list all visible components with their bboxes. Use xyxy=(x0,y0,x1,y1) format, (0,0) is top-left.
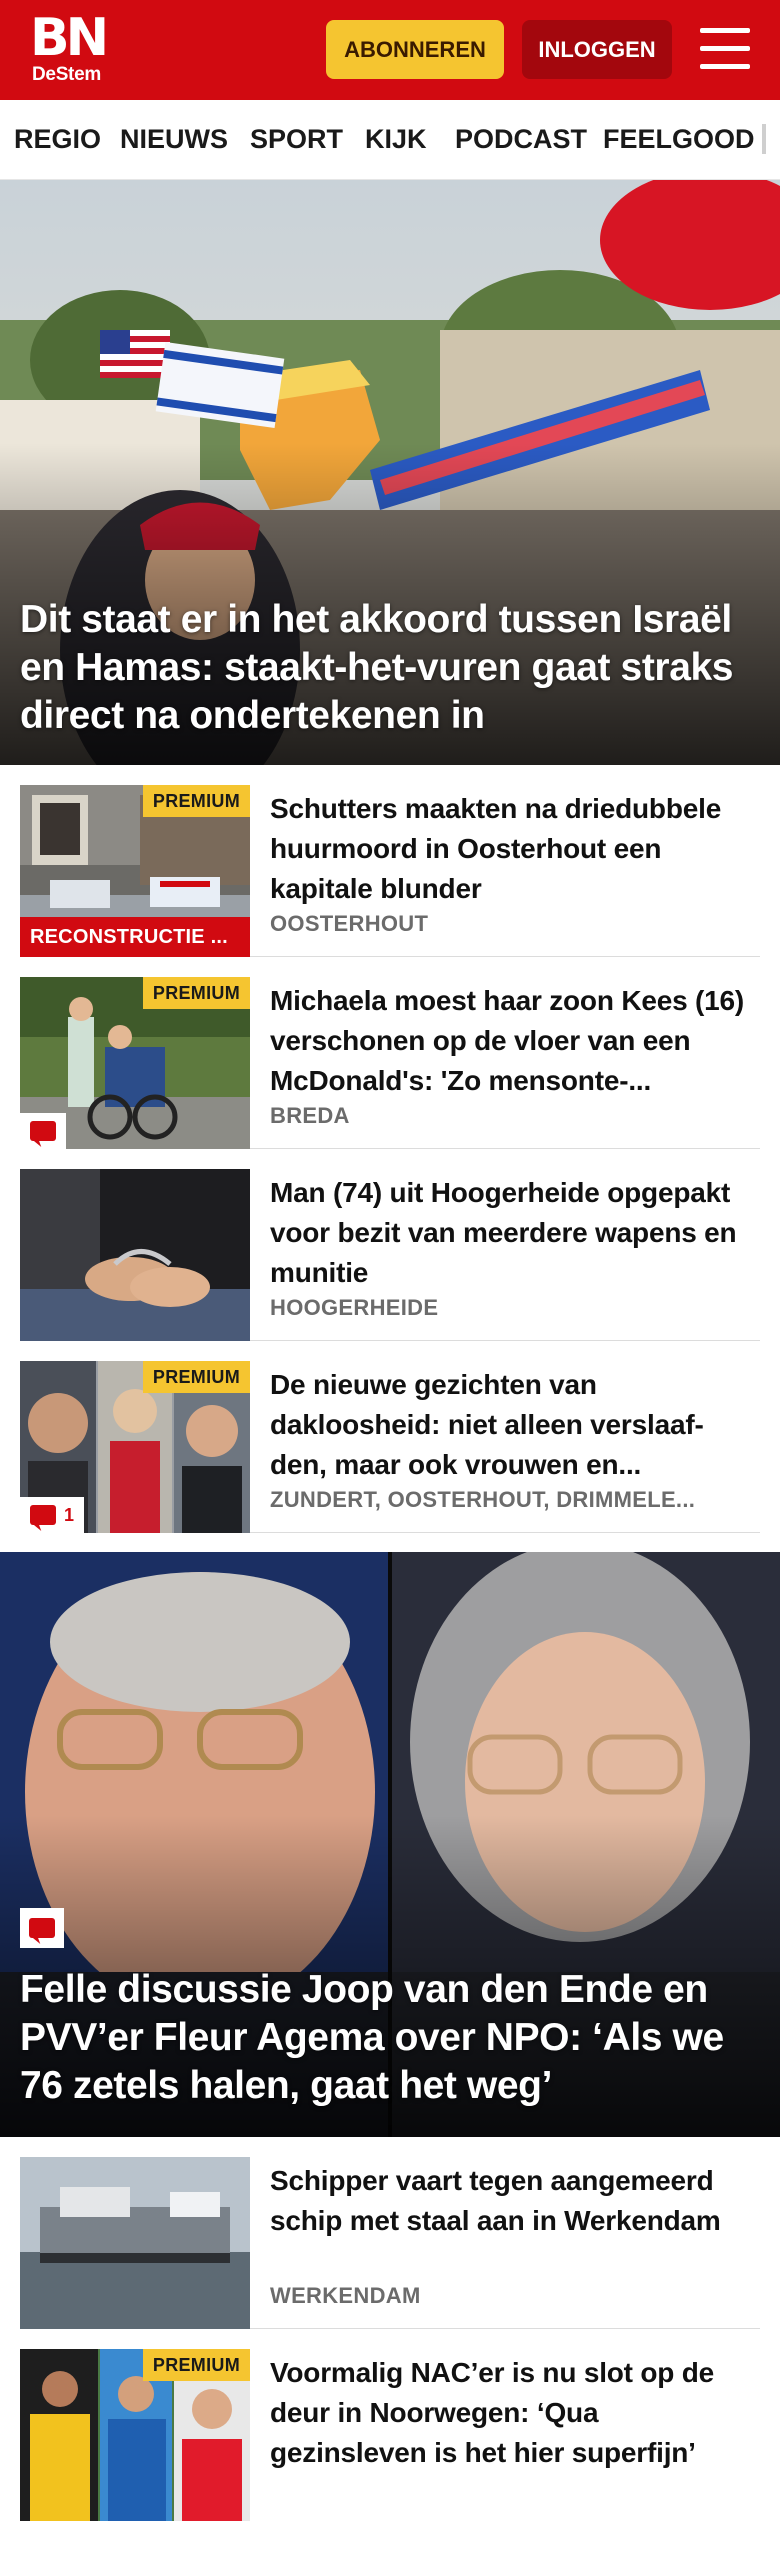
article-title[interactable]: Voormalig NAC’er is nu slot op de deur i… xyxy=(270,2353,760,2473)
premium-badge: PREMIUM xyxy=(142,785,250,817)
article-location: ZUNDERT, OOSTERHOUT, DRIMMELE... xyxy=(270,1487,696,1512)
list-item[interactable]: PREMIUM RECONSTRUCTIE ... Schutters maak… xyxy=(20,765,760,957)
nav-item-feelgood[interactable]: FEELGOOD xyxy=(603,100,755,179)
list-item[interactable]: Schipper vaart tegen aangemeerd schip me… xyxy=(20,2137,760,2329)
hero-title[interactable]: Dit staat er in het akkoord tussen Israë… xyxy=(20,596,770,740)
login-button[interactable]: INLOGGEN xyxy=(522,20,672,79)
nav-item-regio[interactable]: REGIO xyxy=(14,100,101,179)
article-location: BREDA xyxy=(270,1103,350,1128)
premium-badge: PREMIUM xyxy=(142,1361,250,1393)
article-thumbnail: PREMIUM 1 xyxy=(20,1361,250,1533)
comment-icon xyxy=(30,1505,56,1525)
nav-item-podcast[interactable]: PODCAST xyxy=(455,100,587,179)
comment-badge xyxy=(20,1908,64,1948)
category-label: RECONSTRUCTIE ... xyxy=(20,917,250,957)
comment-badge: 1 xyxy=(20,1497,85,1533)
list-item[interactable]: PREMIUM Michaela moest haar zoon Kees (1… xyxy=(20,957,760,1149)
article-thumbnail: PREMIUM RECONSTRUCTIE ... xyxy=(20,785,250,957)
list-item[interactable]: Man (74) uit Hoogerheide opgepakt voor b… xyxy=(20,1149,760,1341)
section-nav: REGIO NIEUWS SPORT KIJK PODCAST FEELGOOD xyxy=(0,100,780,180)
logo-subtext: DeStem xyxy=(32,64,101,85)
list-item[interactable]: PREMIUM 1 De nieuwe gezichten van dakloo… xyxy=(20,1341,760,1533)
article-location: HOOGERHEIDE xyxy=(270,1295,439,1320)
article-location: OOSTERHOUT xyxy=(270,911,429,936)
nav-item-nieuws[interactable]: NIEUWS xyxy=(120,100,228,179)
article-title[interactable]: Michaela moest haar zoon Kees (16) versc… xyxy=(270,981,760,1101)
nav-item-kijk[interactable]: KIJK xyxy=(365,100,427,179)
article-thumbnail: PREMIUM xyxy=(20,2349,250,2521)
article-location: WERKENDAM xyxy=(270,2283,421,2308)
featured-title[interactable]: Felle discussie Joop van den Ende en PVV… xyxy=(20,1966,770,2110)
comment-count: 1 xyxy=(64,1504,75,1525)
brand-logo[interactable]: BN DeStem xyxy=(30,10,116,86)
list-item[interactable]: PREMIUM Voormalig NAC’er is nu slot op d… xyxy=(20,2329,760,2521)
site-header: BN DeStem ABONNEREN INLOGGEN xyxy=(0,0,780,100)
comment-icon xyxy=(30,1121,56,1141)
premium-badge: PREMIUM xyxy=(142,977,250,1009)
premium-badge: PREMIUM xyxy=(142,2349,250,2381)
article-thumbnail xyxy=(20,1169,250,1341)
article-title[interactable]: Man (74) uit Hoogerheide opgepakt voor b… xyxy=(270,1173,760,1293)
nav-item-sport[interactable]: SPORT xyxy=(250,100,343,179)
article-title[interactable]: Schutters maakten na driedubbele huurmoo… xyxy=(270,789,760,909)
comment-badge xyxy=(20,1113,66,1149)
article-thumbnail xyxy=(20,2157,250,2329)
article-title[interactable]: Schipper vaart tegen aangemeerd schip me… xyxy=(270,2161,760,2241)
hamburger-menu-icon[interactable] xyxy=(700,28,750,70)
hero-article[interactable]: Dit staat er in het akkoord tussen Israë… xyxy=(0,180,780,765)
nav-overflow-indicator xyxy=(762,124,766,154)
subscribe-button[interactable]: ABONNEREN xyxy=(326,20,504,79)
comment-icon xyxy=(29,1918,55,1938)
featured-article[interactable]: Felle discussie Joop van den Ende en PVV… xyxy=(0,1552,780,2137)
article-title[interactable]: De nieuwe gezichten van dakloosheid: nie… xyxy=(270,1365,760,1485)
article-thumbnail: PREMIUM xyxy=(20,977,250,1149)
logo-text: BN xyxy=(30,8,109,68)
